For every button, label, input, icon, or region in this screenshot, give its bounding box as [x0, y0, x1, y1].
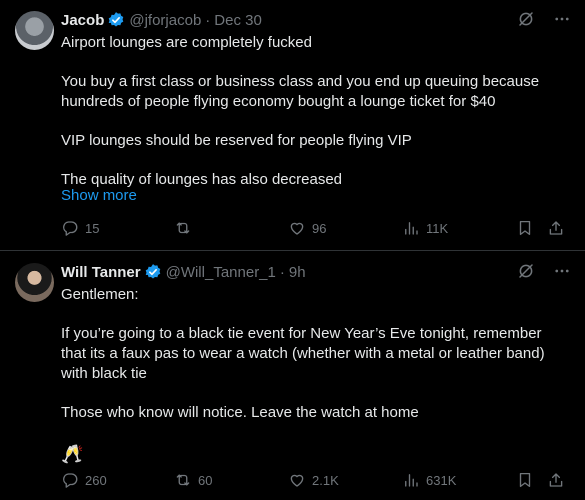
avatar[interactable]	[15, 263, 54, 302]
tweet-actions: 260 60 2.1K 631K	[61, 470, 571, 490]
more-icon[interactable]	[553, 262, 571, 280]
tweet-actions: 15 96 11K	[61, 218, 571, 238]
tweet-header: Jacob @jforjacob · Dec 30	[61, 10, 262, 30]
tweet-paragraph: Gentlemen:	[61, 286, 139, 303]
show-more-link[interactable]: Show more	[61, 187, 137, 204]
tweet-text: Gentlemen: If you’re going to a black ti…	[61, 285, 561, 466]
tweet-top-actions	[517, 10, 571, 28]
tweet[interactable]: Will Tanner @Will_Tanner_1 · 9h Gentleme…	[0, 251, 585, 500]
author-handle[interactable]: @Will_Tanner_1	[166, 264, 276, 281]
views-button[interactable]: 631K	[402, 470, 456, 490]
tweet-paragraph: If you’re going to a black tie event for…	[61, 325, 545, 382]
grok-icon[interactable]	[517, 10, 535, 28]
share-icon	[547, 471, 565, 489]
views-button[interactable]: 11K	[402, 218, 448, 238]
repost-icon	[174, 219, 192, 237]
like-count: 2.1K	[312, 472, 339, 488]
verified-badge-icon	[144, 263, 162, 281]
reply-button[interactable]: 260	[61, 470, 107, 490]
champagne-emoji: 🥂	[61, 444, 84, 464]
verified-badge-icon	[107, 11, 125, 29]
like-button[interactable]: 2.1K	[288, 470, 339, 490]
grok-icon[interactable]	[517, 262, 535, 280]
avatar[interactable]	[15, 11, 54, 50]
like-button[interactable]: 96	[288, 218, 326, 238]
author-name[interactable]: Will Tanner	[61, 264, 141, 281]
bookmark-button[interactable]	[516, 218, 534, 238]
share-icon	[547, 219, 565, 237]
tweet-text: Airport lounges are completely fucked Yo…	[61, 33, 561, 190]
bookmark-icon	[516, 471, 534, 489]
author-name[interactable]: Jacob	[61, 12, 104, 29]
share-button[interactable]	[547, 470, 565, 490]
views-count: 11K	[426, 220, 449, 236]
bookmark-icon	[516, 219, 534, 237]
bookmark-button[interactable]	[516, 470, 534, 490]
tweet-top-actions	[517, 262, 571, 280]
reply-icon	[61, 471, 79, 489]
reply-count: 260	[85, 472, 107, 488]
separator: ·	[279, 263, 285, 281]
tweet-paragraph: You buy a first class or business class …	[61, 73, 540, 110]
repost-button[interactable]: 60	[174, 470, 212, 490]
reply-count: 15	[85, 220, 100, 236]
more-icon[interactable]	[553, 10, 571, 28]
reply-button[interactable]: 15	[61, 218, 99, 238]
timestamp[interactable]: 9h	[289, 264, 306, 281]
like-count: 96	[312, 220, 327, 236]
views-icon	[402, 471, 420, 489]
views-count: 631K	[426, 472, 457, 488]
repost-count: 60	[198, 472, 213, 488]
separator: ·	[205, 11, 211, 29]
tweet-paragraph: VIP lounges should be reserved for peopl…	[61, 132, 412, 149]
tweet-header: Will Tanner @Will_Tanner_1 · 9h	[61, 262, 306, 282]
tweet[interactable]: Jacob @jforjacob · Dec 30 Airport lounge…	[0, 0, 585, 250]
like-icon	[288, 219, 306, 237]
repost-icon	[174, 471, 192, 489]
reply-icon	[61, 219, 79, 237]
share-button[interactable]	[547, 218, 565, 238]
tweet-paragraph: Those who know will notice. Leave the wa…	[61, 404, 419, 421]
author-handle[interactable]: @jforjacob	[129, 12, 201, 29]
repost-button[interactable]	[174, 218, 198, 238]
timestamp[interactable]: Dec 30	[214, 12, 262, 29]
like-icon	[288, 471, 306, 489]
views-icon	[402, 219, 420, 237]
tweet-paragraph: Airport lounges are completely fucked	[61, 34, 312, 51]
